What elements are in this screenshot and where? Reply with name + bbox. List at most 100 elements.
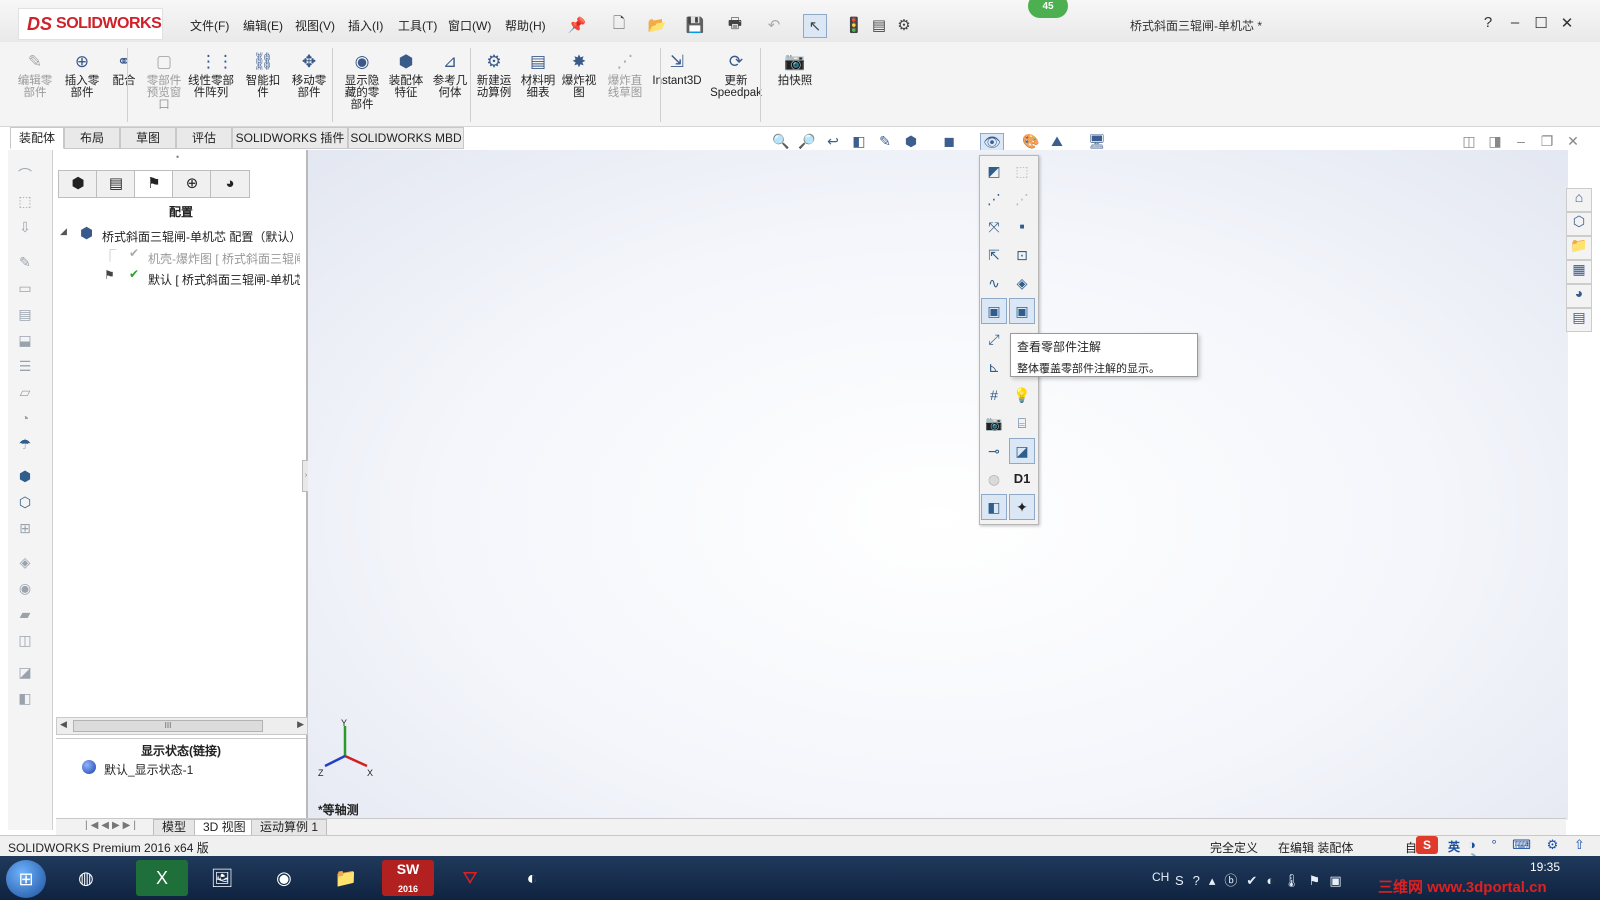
ribbon-button-bom[interactable]: ▤ 材料明 细表 bbox=[515, 52, 561, 99]
design-library-icon[interactable]: ⬡ bbox=[1566, 212, 1592, 236]
ribbon-button-motion-study[interactable]: ⚙ 新建运 动算例 bbox=[471, 52, 517, 99]
ribbon-button-reference-geometry[interactable]: ⊿ 参考几 何体 bbox=[427, 52, 473, 99]
ribbon-button-assembly-feature[interactable]: ⬢ 装配体 特征 bbox=[383, 52, 429, 99]
sketch-tool-icon[interactable]: ✎ bbox=[14, 252, 36, 272]
open-file-icon[interactable]: 📂 bbox=[646, 14, 668, 36]
menu-help[interactable]: 帮助(H) bbox=[505, 17, 546, 34]
cube-tool-icon[interactable]: ◧ bbox=[14, 688, 36, 708]
tab-layout[interactable]: 布局 bbox=[64, 127, 120, 149]
menu-tools[interactable]: 工具(T) bbox=[398, 17, 437, 34]
notification-badge[interactable]: 45 bbox=[1028, 0, 1068, 18]
tree-item-default[interactable]: 默认 [ 桥式斜面三辊闸-单机芯 bbox=[148, 271, 300, 288]
solidworks-icon[interactable]: SW 2016 bbox=[382, 860, 434, 896]
explorer-icon[interactable]: 📁 bbox=[320, 860, 372, 896]
extrude-tool-icon[interactable]: ⬓ bbox=[14, 330, 36, 350]
curves-icon[interactable]: ∿ bbox=[982, 271, 1006, 295]
sketch-dims-icon[interactable]: ⊡ bbox=[1010, 243, 1034, 267]
cameras-icon[interactable]: 📷 bbox=[982, 411, 1006, 435]
ribbon-button-explode-line[interactable]: ⋰ 爆炸直 线草图 bbox=[602, 52, 648, 99]
parting-lines-icon[interactable]: ◈ bbox=[1010, 271, 1034, 295]
pattern-tool-icon[interactable]: ⊞ bbox=[14, 518, 36, 538]
start-icon[interactable]: ⊞ bbox=[6, 860, 46, 898]
view-palette-icon[interactable]: ▦ bbox=[1566, 260, 1592, 284]
hidden-item-icon[interactable]: ◍ bbox=[982, 467, 1006, 491]
lights-icon[interactable]: 💡 bbox=[1010, 383, 1034, 407]
tab-assembly[interactable]: 装配体 bbox=[10, 127, 64, 149]
weld-beads-icon[interactable]: ⊸ bbox=[982, 439, 1006, 463]
ribbon-button-edit-component[interactable]: ✎ 编辑零 部件 bbox=[12, 52, 58, 99]
save-icon[interactable]: 💾 bbox=[684, 14, 706, 36]
ribbon-button-exploded-view[interactable]: ✸ 爆炸视 图 bbox=[556, 52, 602, 99]
panel-grip-icon[interactable]: • bbox=[176, 152, 179, 162]
rebuild-icon[interactable]: 🚦 bbox=[843, 14, 865, 36]
revolve-tool-icon[interactable]: ◔ bbox=[14, 408, 36, 428]
scroll-thumb[interactable]: III bbox=[73, 720, 263, 732]
property-manager-tab[interactable]: ▤ bbox=[96, 170, 136, 198]
horizontal-scrollbar[interactable]: ◀ III ▶ bbox=[56, 717, 308, 735]
decals-icon[interactable]: ◪ bbox=[1009, 438, 1035, 464]
display-manager-tab[interactable]: ◕ bbox=[210, 170, 250, 198]
clock[interactable]: 19:35 bbox=[1530, 860, 1560, 874]
pin-icon[interactable]: 📌 bbox=[566, 14, 588, 36]
home-icon[interactable]: ⌂ bbox=[1566, 188, 1592, 212]
excel-icon[interactable]: X bbox=[136, 860, 188, 896]
smart-tool-icon[interactable]: ☂ bbox=[14, 434, 36, 454]
tree-expand-icon[interactable]: ◢ bbox=[60, 226, 67, 237]
tab-addins[interactable]: SOLIDWORKS 插件 bbox=[232, 127, 348, 149]
lang-indicator[interactable]: CH bbox=[1152, 870, 1169, 884]
ribbon-button-show-hidden[interactable]: ◉ 显示隐 藏的零 部件 bbox=[339, 52, 385, 111]
file-explorer-icon[interactable]: 📁 bbox=[1566, 236, 1592, 260]
scroll-right-icon[interactable]: ▶ bbox=[297, 719, 304, 730]
close-button[interactable]: ✕ bbox=[1556, 14, 1578, 34]
axes-icon[interactable]: ⋰ bbox=[982, 187, 1006, 211]
ribbon-button-linear-pattern[interactable]: ⋮⋮ 线性零部 件阵列 bbox=[188, 52, 234, 99]
ribbon-button-smart-fastener[interactable]: ⛓ 智能扣 件 bbox=[240, 52, 286, 99]
help-icon[interactable]: ? bbox=[1477, 14, 1499, 34]
tab-mbd[interactable]: SOLIDWORKS MBD bbox=[348, 127, 464, 149]
component-annotations-icon[interactable]: ▣ bbox=[1009, 298, 1035, 324]
surface-tool-icon[interactable]: ▰ bbox=[14, 604, 36, 624]
sketch-icon[interactable]: ⊾ bbox=[982, 355, 1006, 379]
move-tool-icon[interactable]: ⇩ bbox=[14, 217, 36, 237]
points-icon[interactable]: ■ bbox=[1010, 215, 1034, 239]
feature-manager-tab[interactable]: ⬢ bbox=[58, 170, 98, 198]
stack-tool-icon[interactable]: ☰ bbox=[14, 356, 36, 376]
tray-icons-icon[interactable]: S?▴ⓑ✔◐🌡⚑▣ bbox=[1175, 870, 1351, 889]
sketch-relations-icon[interactable]: ⤢ bbox=[982, 327, 1006, 351]
coordinate-system-icon[interactable]: ⤧ bbox=[982, 215, 1006, 239]
tab-model[interactable]: 模型 bbox=[153, 819, 196, 836]
rectangle-tool-icon[interactable]: ▭ bbox=[14, 278, 36, 298]
file-properties-icon[interactable]: ▤ bbox=[868, 14, 890, 36]
chrome-icon[interactable]: ◉ bbox=[258, 860, 310, 896]
menu-file[interactable]: 文件(F) bbox=[190, 17, 229, 34]
menu-window[interactable]: 窗口(W) bbox=[448, 17, 491, 34]
tab-nav-arrows-icon[interactable]: |◀◀▶▶| bbox=[85, 820, 139, 831]
temp-axes-icon[interactable]: ⋰ bbox=[1010, 187, 1034, 211]
shell-tool-icon[interactable]: ◫ bbox=[14, 630, 36, 650]
routing-icon[interactable]: ⌸ bbox=[1010, 411, 1034, 435]
undo-icon[interactable]: ↶ bbox=[763, 14, 785, 36]
planes-icon[interactable]: ◩ bbox=[982, 159, 1006, 183]
select-cursor-icon[interactable]: ↖ bbox=[803, 14, 827, 38]
maximize-button[interactable]: ☐ bbox=[1530, 14, 1552, 34]
menu-edit[interactable]: 编辑(E) bbox=[243, 17, 283, 34]
dimension-names-icon[interactable]: D1 bbox=[1010, 467, 1034, 491]
360-icon[interactable]: ◍ bbox=[60, 860, 112, 896]
mate-tool-icon[interactable]: ⌒ bbox=[14, 165, 36, 185]
solidworks-logo[interactable]: DS SOLIDWORKS bbox=[18, 8, 163, 40]
configuration-manager-tab[interactable]: ⚑ bbox=[134, 170, 174, 198]
component-config-icon[interactable]: ⬡ bbox=[14, 492, 36, 512]
menu-insert[interactable]: 插入(I) bbox=[348, 17, 383, 34]
fillet-tool-icon[interactable]: ◉ bbox=[14, 578, 36, 598]
section-icon[interactable]: ◧ bbox=[981, 494, 1007, 520]
component-tool-icon[interactable]: ⬚ bbox=[14, 191, 36, 211]
tree-item-exploded[interactable]: 机壳-爆炸图 [ 桥式斜面三辊闸 bbox=[148, 250, 300, 267]
scroll-left-icon[interactable]: ◀ bbox=[60, 719, 67, 730]
tab-3d-views[interactable]: 3D 视图 bbox=[194, 819, 255, 836]
ribbon-button-camera[interactable]: 📷 拍快照 bbox=[772, 52, 818, 87]
tab-evaluate[interactable]: 评估 bbox=[176, 127, 232, 149]
grid-icon[interactable]: # bbox=[982, 383, 1006, 407]
solid-tool-icon[interactable]: ◪ bbox=[14, 662, 36, 682]
tree-root-item[interactable]: 桥式斜面三辊闸-单机芯 配置（默认） bbox=[102, 228, 302, 245]
layer-tool-icon[interactable]: ▤ bbox=[14, 304, 36, 324]
